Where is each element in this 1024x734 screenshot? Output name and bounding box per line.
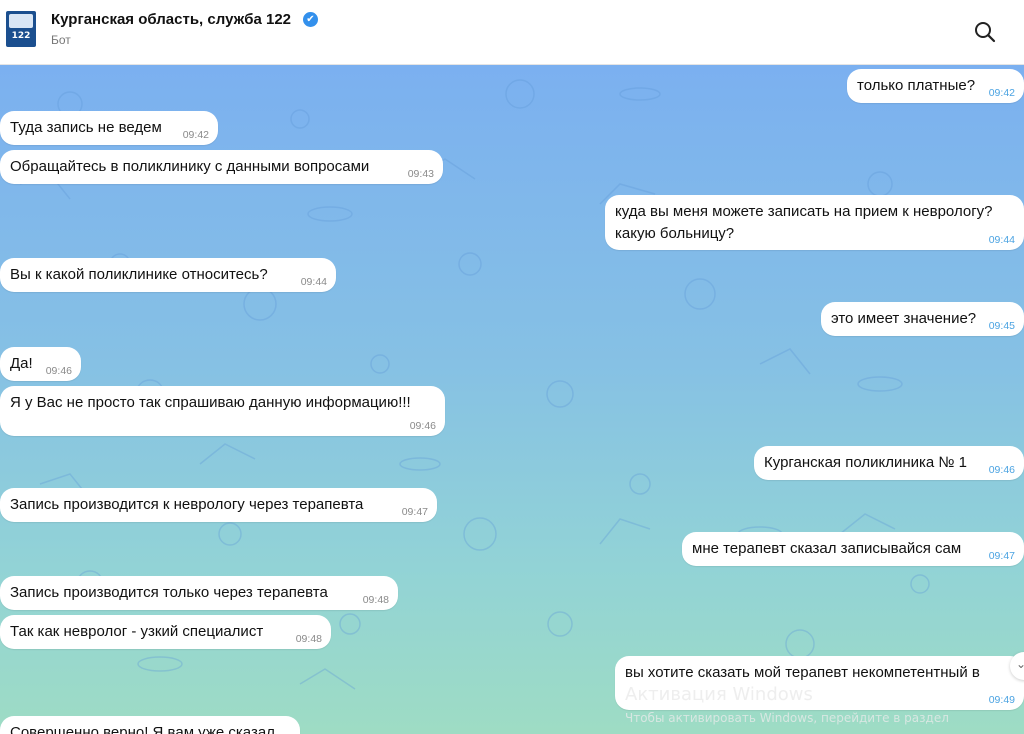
message-text: Запись производится к неврологу через те… — [10, 496, 364, 513]
message-incoming[interactable]: Я у Вас не просто так спрашиваю данную и… — [0, 386, 445, 436]
chat-subtitle: Бот — [51, 33, 71, 47]
message-text: вы хотите сказать мой терапевт некомпете… — [625, 664, 980, 681]
message-time: 09:49 — [988, 694, 1015, 706]
message-incoming[interactable]: Запись производится к неврологу через те… — [0, 488, 437, 522]
message-outgoing[interactable]: куда вы меня можете записать на прием к … — [605, 195, 1024, 250]
message-text: Вы к какой поликлинике относитесь? — [10, 266, 268, 283]
message-time: 09:42 — [182, 129, 209, 141]
message-text: Запись производится только через терапев… — [10, 584, 328, 601]
windows-activation-title: Активация Windows — [625, 684, 813, 705]
message-text: это имеет значение? — [831, 310, 977, 327]
search-icon[interactable] — [974, 21, 996, 43]
message-time: 09:45 — [988, 320, 1015, 332]
avatar-emblem — [9, 14, 33, 28]
message-text: Обращайтесь в поликлинику с данными вопр… — [10, 158, 370, 175]
message-time: 09:46 — [45, 365, 72, 377]
message-time: 09:48 — [295, 633, 322, 645]
message-text-line2: какую больницу? — [615, 225, 735, 242]
message-time: 09:43 — [407, 168, 434, 180]
avatar-label: 122 — [11, 31, 31, 41]
message-outgoing[interactable]: только платные? 09:42 — [847, 69, 1024, 103]
message-incoming[interactable]: Туда запись не ведем 09:42 — [0, 111, 218, 145]
message-time: 09:44 — [988, 234, 1015, 246]
message-text: Я у Вас не просто так спрашиваю данную и… — [10, 394, 411, 411]
message-incoming[interactable]: Вы к какой поликлинике относитесь? 09:44 — [0, 258, 336, 292]
message-incoming[interactable]: Так как невролог - узкий специалист 09:4… — [0, 615, 331, 649]
message-text: мне терапевт сказал записывайся сам — [692, 540, 962, 557]
message-time: 09:42 — [988, 87, 1015, 99]
message-time: 09:48 — [362, 594, 389, 606]
chat-title[interactable]: Курганская область, служба 122 — [51, 11, 291, 28]
message-incoming[interactable]: Обращайтесь в поликлинику с данными вопр… — [0, 150, 443, 184]
message-time: 09:47 — [401, 506, 428, 518]
message-outgoing[interactable]: мне терапевт сказал записывайся сам 09:4… — [682, 532, 1024, 566]
message-time: 09:47 — [988, 550, 1015, 562]
chevron-down-icon: ⌄ — [1016, 657, 1024, 671]
chat-header: 122 Курганская область, служба 122 ✔ Бот — [0, 0, 1024, 65]
verified-badge-icon: ✔ — [303, 12, 318, 27]
message-incoming[interactable]: Да! 09:46 — [0, 347, 81, 381]
message-list[interactable]: только платные? 09:42 Туда запись не вед… — [0, 64, 1024, 734]
avatar[interactable]: 122 — [6, 11, 36, 47]
message-text: Так как невролог - узкий специалист — [10, 623, 264, 640]
message-outgoing[interactable]: Курганская поликлиника № 1 09:46 — [754, 446, 1024, 480]
message-incoming[interactable]: Запись производится только через терапев… — [0, 576, 398, 610]
message-text: Совершенно верно! Я вам уже сказал — [10, 724, 275, 734]
windows-activation-subtitle: Чтобы активировать Windows, перейдите в … — [625, 711, 949, 725]
message-text: Туда запись не ведем — [10, 119, 162, 136]
message-text: Курганская поликлиника № 1 — [764, 454, 967, 471]
message-time: 09:44 — [300, 276, 327, 288]
message-text: куда вы меня можете записать на прием к … — [615, 203, 993, 220]
message-time: 09:46 — [988, 464, 1015, 476]
message-time: 09:46 — [409, 420, 436, 432]
message-outgoing[interactable]: это имеет значение? 09:45 — [821, 302, 1024, 336]
message-incoming[interactable]: Совершенно верно! Я вам уже сказал — [0, 716, 300, 734]
